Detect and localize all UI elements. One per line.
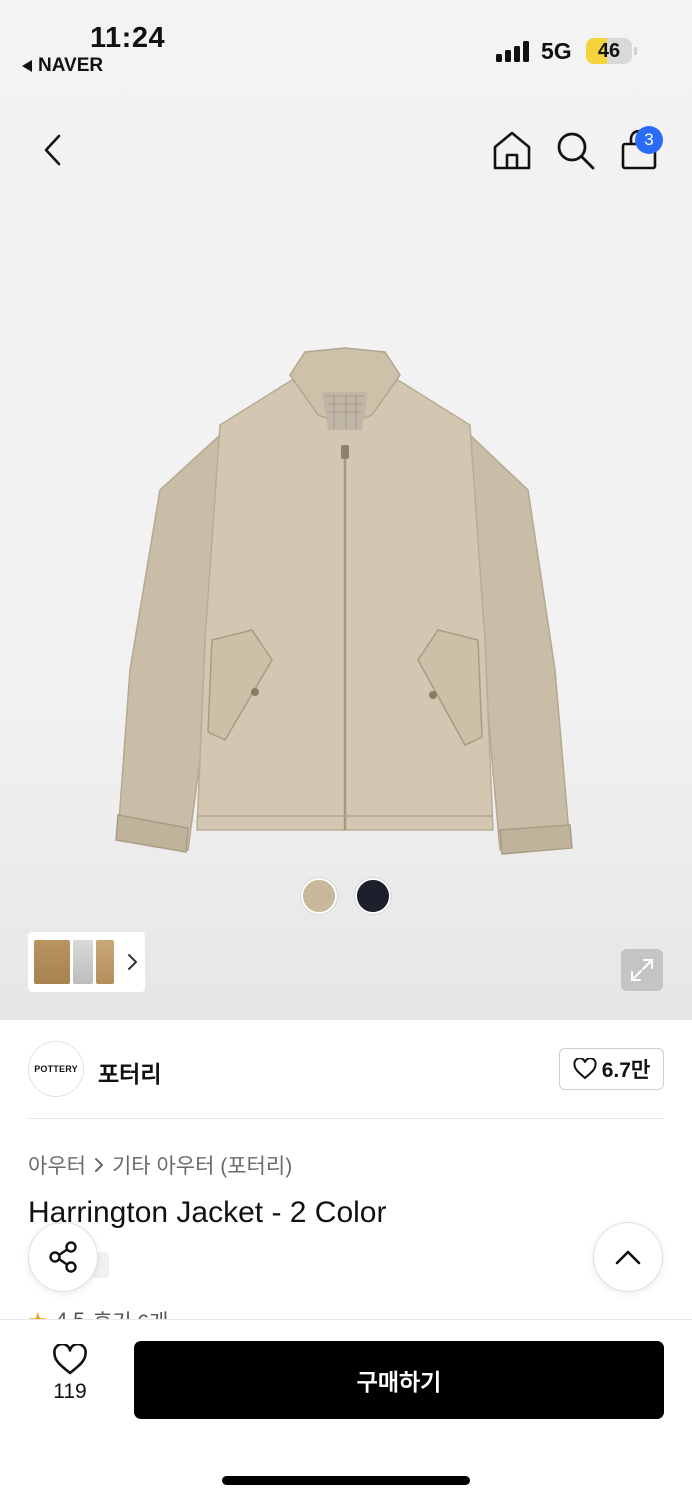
battery-level: 46 bbox=[597, 39, 621, 62]
brand-like-button[interactable]: 6.7만 bbox=[559, 1048, 664, 1090]
buy-button[interactable]: 구매하기 bbox=[134, 1341, 664, 1419]
brand-logo[interactable]: POTTERY bbox=[28, 1041, 84, 1097]
chevron-right-icon[interactable] bbox=[125, 952, 139, 972]
back-to-app-link[interactable]: NAVER bbox=[22, 55, 103, 77]
chevron-up-icon bbox=[615, 1250, 641, 1265]
wishlist-button[interactable]: 119 bbox=[40, 1344, 100, 1414]
network-type: 5G bbox=[541, 38, 572, 64]
share-button[interactable] bbox=[28, 1222, 98, 1292]
signal-icon bbox=[496, 40, 529, 62]
rating-row[interactable]: ★ 4.5 후기 6개 bbox=[28, 1304, 328, 1319]
cart-count-badge: 3 bbox=[635, 126, 663, 154]
rating-score: 4.5 bbox=[56, 1309, 85, 1319]
expand-icon bbox=[631, 959, 653, 981]
status-bar: 11:24 NAVER 5G 46 bbox=[0, 0, 692, 80]
wishlist-count: 119 bbox=[53, 1380, 87, 1403]
swatch-navy[interactable] bbox=[355, 878, 391, 914]
scroll-to-top-button[interactable] bbox=[593, 1222, 663, 1292]
back-button[interactable] bbox=[30, 128, 74, 172]
chevron-right-icon bbox=[94, 1158, 103, 1172]
product-title: Harrington Jacket - 2 Color bbox=[28, 1196, 387, 1229]
share-icon bbox=[49, 1241, 77, 1273]
divider bbox=[28, 1118, 664, 1119]
brand-like-count: 6.7만 bbox=[601, 1059, 651, 1082]
battery-icon: 46 bbox=[586, 38, 632, 64]
product-gallery[interactable]: 11:24 NAVER 5G 46 3 bbox=[0, 0, 692, 1020]
back-app-label: NAVER bbox=[38, 55, 104, 76]
product-image[interactable] bbox=[100, 340, 590, 870]
status-time: 11:24 bbox=[90, 22, 166, 54]
back-triangle-icon bbox=[22, 60, 32, 72]
star-icon: ★ bbox=[28, 1308, 48, 1319]
search-icon bbox=[557, 132, 595, 170]
heart-icon bbox=[53, 1344, 87, 1375]
home-icon bbox=[493, 131, 531, 170]
breadcrumb-category[interactable]: 아우터 bbox=[28, 1150, 86, 1180]
swatch-beige[interactable] bbox=[301, 878, 337, 914]
review-count: 후기 6개 bbox=[93, 1306, 168, 1319]
search-button[interactable] bbox=[553, 128, 597, 172]
battery-tip bbox=[634, 47, 637, 55]
fullscreen-button[interactable] bbox=[621, 949, 663, 991]
thumbnail-strip[interactable] bbox=[28, 932, 145, 992]
home-button[interactable] bbox=[490, 128, 534, 172]
chevron-left-icon bbox=[44, 134, 61, 166]
thumbnail-tan-jacket[interactable] bbox=[96, 940, 114, 984]
breadcrumb-subcategory[interactable]: 기타 아우터 (포터리) bbox=[112, 1150, 292, 1180]
breadcrumb: 아우터 기타 아우터 (포터리) bbox=[28, 1150, 292, 1180]
home-indicator[interactable] bbox=[222, 1476, 470, 1485]
heart-icon bbox=[573, 1058, 597, 1080]
brand-name[interactable]: 포터리 bbox=[98, 1055, 161, 1089]
thumbnail-grey-jacket[interactable] bbox=[73, 940, 93, 984]
thumbnail-beige-jacket[interactable] bbox=[34, 940, 70, 984]
